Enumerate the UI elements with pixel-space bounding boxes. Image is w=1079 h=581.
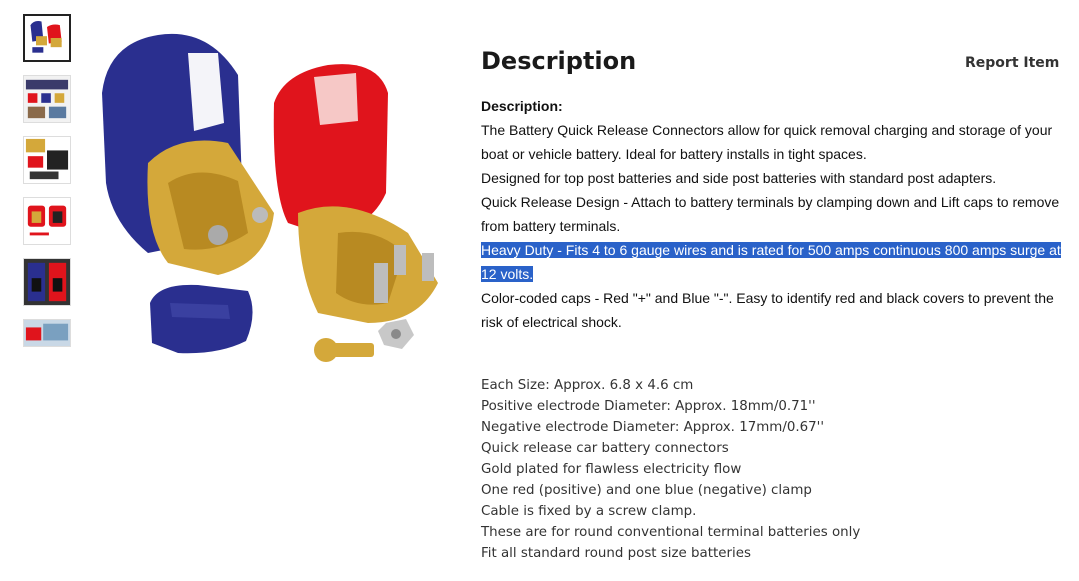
description-paragraph: Color-coded caps - Red "+" and Blue "-".… [481, 290, 1054, 330]
spec-item: Gold plated for flawless electricity flo… [481, 462, 742, 477]
spec-item: Negative electrode Diameter: Approx. 17m… [481, 420, 825, 435]
description-label: Description: [481, 98, 563, 114]
thumbnail-1[interactable] [23, 14, 71, 62]
spec-list: Each Size: Approx. 6.8 x 4.6 cm Positive… [481, 375, 1061, 564]
spec-item: These are for round conventional termina… [481, 525, 861, 540]
selected-text: Heavy Duty - Fits 4 to 6 gauge wires and… [481, 242, 1061, 282]
report-item-link[interactable]: Report Item [965, 55, 1059, 71]
thumbnail-4[interactable] [23, 197, 71, 245]
spec-item: Positive electrode Diameter: Approx. 18m… [481, 399, 816, 414]
thumbnail-6[interactable] [23, 319, 71, 347]
description-paragraph: Designed for top post batteries and side… [481, 170, 997, 186]
thumbnail-5[interactable] [23, 258, 71, 306]
description-paragraph-highlighted: Heavy Duty - Fits 4 to 6 gauge wires and… [481, 238, 1061, 286]
main-product-image [88, 13, 456, 383]
spec-item: One red (positive) and one blue (negativ… [481, 483, 812, 498]
spec-item: Each Size: Approx. 6.8 x 4.6 cm [481, 378, 694, 393]
spec-item: Fit all standard round post size batteri… [481, 546, 751, 561]
description-paragraph: The Battery Quick Release Connectors all… [481, 122, 1053, 162]
thumbnail-gallery [23, 14, 75, 360]
thumbnail-2[interactable] [23, 75, 71, 123]
description-body: Description: The Battery Quick Release C… [481, 94, 1061, 334]
spec-item: Cable is fixed by a screw clamp. [481, 504, 697, 519]
thumbnail-3[interactable] [23, 136, 71, 184]
spec-item: Quick release car battery connectors [481, 441, 729, 456]
description-paragraph: Quick Release Design - Attach to battery… [481, 194, 1060, 234]
